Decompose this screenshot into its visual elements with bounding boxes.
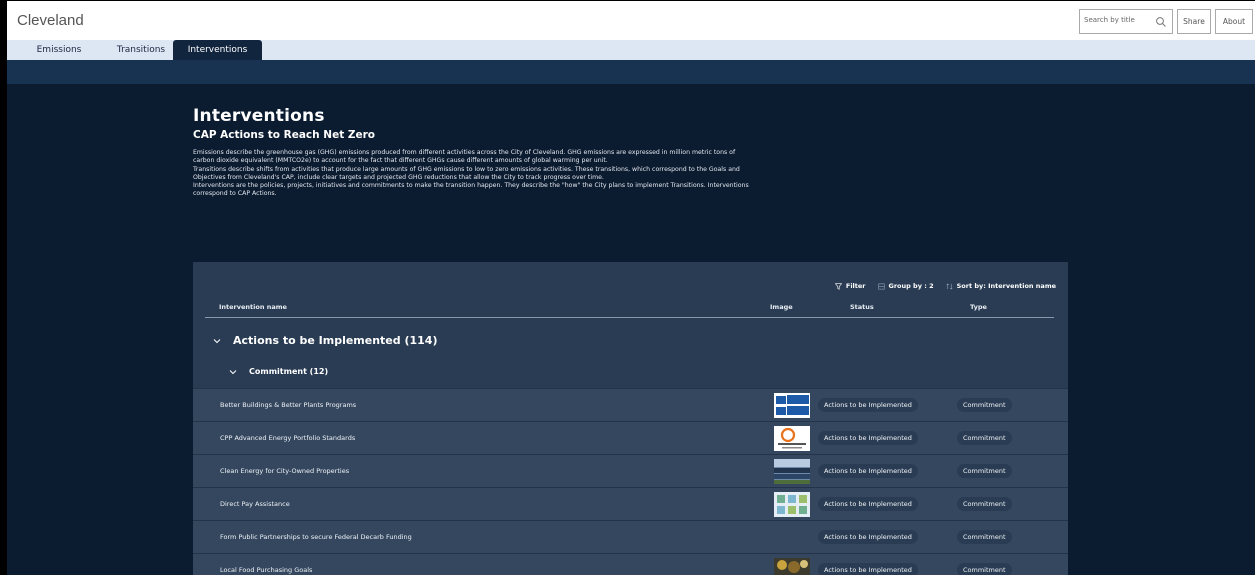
column-header-image[interactable]: Image <box>770 303 793 311</box>
app-frame: Cleveland Share About Emissions Transiti… <box>7 0 1255 575</box>
page-description: Emissions describe the greenhouse gas (G… <box>193 149 753 199</box>
chevron-down-icon <box>213 338 221 343</box>
table-row[interactable]: Clean Energy for City-Owned Properties A… <box>193 454 1068 487</box>
description-emissions: Emissions describe the greenhouse gas (G… <box>193 149 736 165</box>
status-badge: Actions to be Implemented <box>818 563 918 575</box>
header-strip <box>7 60 1255 84</box>
page-intro: Interventions CAP Actions to Reach Net Z… <box>193 106 753 199</box>
direct-pay-graphic <box>774 492 810 517</box>
filter-icon <box>834 282 842 290</box>
sort-label: Sort by: Intervention name <box>956 282 1056 290</box>
table-row[interactable]: Direct Pay Assistance Actions to be Impl… <box>193 487 1068 520</box>
search-icon[interactable] <box>1155 16 1167 28</box>
chevron-down-icon <box>229 369 237 374</box>
type-badge: Commitment <box>957 530 1012 544</box>
intervention-image <box>774 492 810 517</box>
about-button[interactable]: About <box>1215 9 1253 34</box>
filter-button[interactable]: Filter <box>834 282 866 290</box>
intervention-name[interactable]: Local Food Purchasing Goals <box>220 566 312 574</box>
type-badge: Commitment <box>957 497 1012 511</box>
group-by-label: Group by : 2 <box>888 282 934 290</box>
type-badge: Commitment <box>957 563 1012 575</box>
intervention-name[interactable]: Direct Pay Assistance <box>220 500 290 508</box>
status-badge: Actions to be Implemented <box>818 497 918 511</box>
intervention-image <box>774 426 810 451</box>
tab-interventions[interactable]: Interventions <box>173 40 262 60</box>
tab-transitions[interactable]: Transitions <box>101 40 181 60</box>
description-transitions: Transitions describe shifts from activit… <box>193 165 740 181</box>
filter-label: Filter <box>845 282 866 290</box>
table-header: Intervention name Image Status Type <box>205 300 1054 318</box>
sort-icon <box>946 282 953 290</box>
tab-bar: Emissions Transitions Interventions <box>7 40 1255 60</box>
column-header-type[interactable]: Type <box>970 303 987 311</box>
intervention-image <box>774 459 810 484</box>
type-badge: Commitment <box>957 464 1012 478</box>
group-label: Actions to be Implemented (114) <box>233 334 438 347</box>
tab-emissions[interactable]: Emissions <box>19 40 99 60</box>
cpp-logo <box>774 426 810 451</box>
top-bar: Cleveland Share About <box>7 0 1255 40</box>
subgroup-label: Commitment (12) <box>249 367 329 376</box>
status-badge: Actions to be Implemented <box>818 464 918 478</box>
table-row[interactable]: CPP Advanced Energy Portfolio Standards … <box>193 421 1068 454</box>
subgroup-header-commitment[interactable]: Commitment (12) <box>229 367 328 376</box>
solar-panels-photo <box>774 459 810 484</box>
intervention-name[interactable]: Clean Energy for City-Owned Properties <box>220 467 349 475</box>
intervention-image <box>774 558 810 575</box>
interventions-table: Filter Group by : 2 Sort by: Interventio… <box>193 262 1068 575</box>
column-header-status[interactable]: Status <box>850 303 874 311</box>
page-subtitle: CAP Actions to Reach Net Zero <box>193 129 375 141</box>
share-button[interactable]: Share <box>1177 9 1211 34</box>
description-interventions: Interventions are the policies, projects… <box>193 182 749 198</box>
intervention-image <box>774 393 810 418</box>
type-badge: Commitment <box>957 398 1012 412</box>
app-title: Cleveland <box>17 12 84 29</box>
intervention-name[interactable]: CPP Advanced Energy Portfolio Standards <box>220 434 355 442</box>
table-row[interactable]: Better Buildings & Better Plants Program… <box>193 388 1068 421</box>
table-row[interactable]: Local Food Purchasing Goals Actions to b… <box>193 553 1068 575</box>
search-input[interactable] <box>1084 16 1154 24</box>
sort-button[interactable]: Sort by: Intervention name <box>946 282 1056 290</box>
better-plants-logo <box>774 393 810 418</box>
group-by-button[interactable]: Group by : 2 <box>877 282 934 290</box>
status-badge: Actions to be Implemented <box>818 530 918 544</box>
group-icon <box>877 283 885 289</box>
group-header-actions[interactable]: Actions to be Implemented (114) <box>213 334 438 347</box>
intervention-name[interactable]: Better Buildings & Better Plants Program… <box>220 401 356 409</box>
column-header-name[interactable]: Intervention name <box>219 303 287 311</box>
search-box[interactable] <box>1079 9 1173 34</box>
table-row[interactable]: Form Public Partnerships to secure Feder… <box>193 520 1068 553</box>
food-photo <box>774 558 810 575</box>
table-toolbar: Filter Group by : 2 Sort by: Interventio… <box>834 282 1056 290</box>
type-badge: Commitment <box>957 431 1012 445</box>
page-title: Interventions <box>193 106 325 126</box>
intervention-name[interactable]: Form Public Partnerships to secure Feder… <box>220 533 412 541</box>
status-badge: Actions to be Implemented <box>818 431 918 445</box>
status-badge: Actions to be Implemented <box>818 398 918 412</box>
